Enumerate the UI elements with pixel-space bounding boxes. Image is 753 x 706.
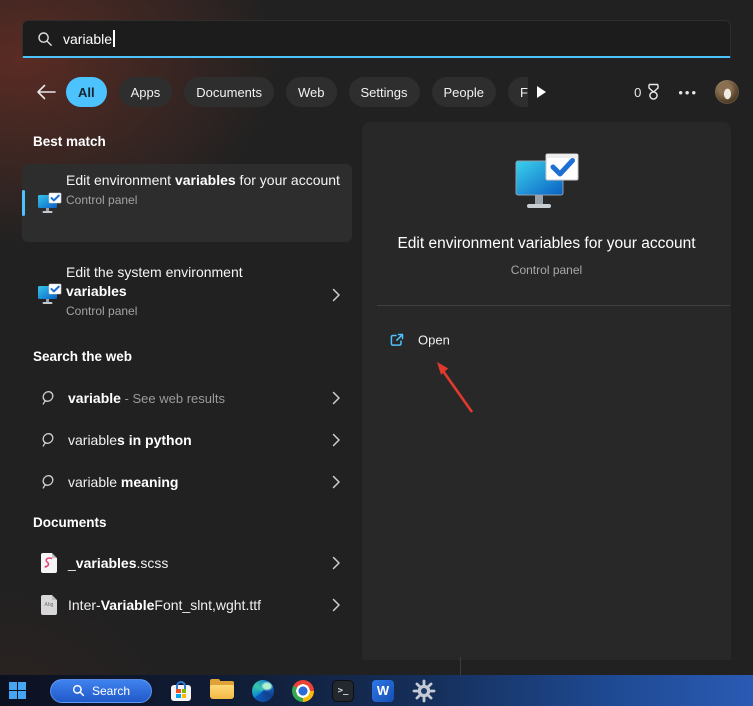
- word-icon[interactable]: W: [372, 679, 394, 702]
- documents-header: Documents: [33, 515, 107, 530]
- environment-variables-icon: [38, 283, 62, 304]
- preview-subtitle: Control panel: [510, 263, 583, 277]
- background-window-edge: [460, 657, 461, 675]
- edge-browser-icon[interactable]: [252, 679, 274, 702]
- windows-search-flyout: variable All Apps Documents Web Settings…: [0, 0, 753, 706]
- terminal-icon[interactable]: >_: [332, 679, 354, 702]
- more-options-button[interactable]: •••: [678, 85, 698, 100]
- search-the-web-header: Search the web: [33, 349, 133, 364]
- search-query-text: variable: [63, 30, 113, 47]
- flyout-top-right: 0 •••: [634, 76, 739, 108]
- chevron-right-icon: [332, 288, 340, 302]
- chevron-right-icon: [332, 475, 340, 489]
- rewards-button[interactable]: 0: [634, 83, 661, 101]
- filter-pill-apps[interactable]: Apps: [118, 77, 173, 107]
- filter-pill-documents[interactable]: Documents: [184, 77, 275, 107]
- chrome-browser-icon[interactable]: [292, 679, 314, 702]
- rewards-medal-icon: [648, 83, 660, 100]
- start-button-windows-icon[interactable]: [9, 682, 26, 699]
- taskbar-search-button[interactable]: Search: [50, 678, 152, 703]
- open-action[interactable]: Open: [370, 320, 723, 360]
- filter-pill-all[interactable]: All: [66, 77, 107, 107]
- best-match-subtitle: Control panel: [66, 193, 138, 207]
- search-icon: [42, 391, 54, 405]
- preview-panel: Edit environment variables for your acco…: [362, 122, 731, 660]
- filter-bar: All Apps Documents Web Settings People F…: [0, 76, 753, 108]
- filter-pill-settings[interactable]: Settings: [348, 77, 420, 107]
- back-button[interactable]: [34, 81, 58, 103]
- document-result-row[interactable]: Abg Inter-VariableFont_slnt,wght.ttf: [22, 585, 352, 625]
- filter-pills: All Apps Documents Web Settings People F…: [66, 76, 528, 108]
- web-suggestion-row[interactable]: variable - See web results: [22, 378, 352, 418]
- preview-title: Edit environment variables for your acco…: [397, 235, 696, 252]
- web-suggestion-row[interactable]: variable meaning: [22, 462, 352, 502]
- system-env-vars-subtitle: Control panel: [66, 304, 138, 318]
- filter-pill-folders[interactable]: Folders: [507, 77, 528, 107]
- search-input[interactable]: variable: [22, 20, 731, 58]
- best-match-result[interactable]: Edit environment variables for your acco…: [22, 164, 352, 242]
- open-external-icon: [390, 333, 404, 346]
- best-match-header: Best match: [33, 134, 106, 149]
- open-label: Open: [418, 332, 450, 348]
- scroll-tabs-right-icon[interactable]: [533, 84, 549, 100]
- settings-gear-icon[interactable]: [412, 679, 436, 703]
- search-icon: [42, 475, 54, 489]
- taskbar-search-label: Search: [91, 683, 131, 698]
- filter-pill-web[interactable]: Web: [286, 77, 337, 107]
- rewards-count: 0: [634, 84, 642, 100]
- taskbar: Search >_ W: [0, 675, 753, 706]
- system-env-vars-result[interactable]: Edit the system environment variables Co…: [22, 256, 352, 334]
- selection-accent-bar: [22, 190, 25, 216]
- search-icon: [38, 31, 52, 46]
- chevron-right-icon: [332, 391, 340, 405]
- search-icon: [42, 433, 54, 447]
- divider: [377, 305, 730, 306]
- system-env-vars-text: Edit the system environment variables Co…: [66, 263, 306, 320]
- text-caret: [113, 30, 115, 47]
- scss-file-icon: [41, 553, 57, 573]
- search-icon: [72, 684, 85, 697]
- chevron-right-icon: [332, 598, 340, 612]
- microsoft-store-icon[interactable]: [170, 680, 192, 702]
- font-file-icon: Abg: [41, 595, 57, 615]
- environment-variables-icon-large: [515, 153, 578, 208]
- file-explorer-icon[interactable]: [210, 679, 234, 700]
- environment-variables-icon: [38, 192, 62, 213]
- web-suggestion-row[interactable]: variables in python: [22, 420, 352, 460]
- filter-pill-people[interactable]: People: [431, 77, 496, 107]
- flyout-backdrop: variable All Apps Documents Web Settings…: [0, 0, 753, 675]
- chevron-right-icon: [332, 433, 340, 447]
- document-result-row[interactable]: _variables.scss: [22, 543, 352, 583]
- best-match-text: Edit environment variables for your acco…: [66, 171, 344, 209]
- user-avatar[interactable]: [715, 80, 739, 104]
- chevron-right-icon: [332, 556, 340, 570]
